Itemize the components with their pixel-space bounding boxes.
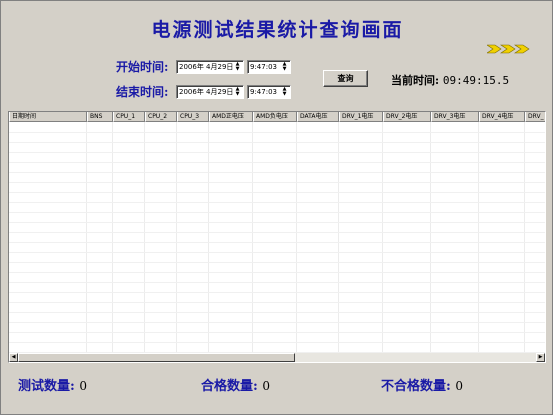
column-header[interactable]: DRV_1电压 — [339, 112, 383, 122]
row-divider — [9, 342, 545, 343]
spin-down-icon[interactable]: ▼ — [280, 92, 289, 97]
end-date-picker[interactable]: 2006年 4月29日 ▲ ▼ — [176, 85, 244, 99]
end-date-value: 2006年 4月29日 — [179, 88, 234, 96]
column-header[interactable]: 日期时间 — [9, 112, 87, 122]
column-header[interactable]: AMD正电压 — [209, 112, 253, 122]
fail-count: 不合格数量: 0 — [381, 375, 463, 394]
column-header[interactable]: CPU_3 — [177, 112, 209, 122]
row-divider — [9, 292, 545, 293]
end-time-label: 结束时间: — [116, 85, 169, 99]
current-time-value: 09:49:15.5 — [442, 74, 510, 87]
row-divider — [9, 242, 545, 243]
column-header[interactable]: DRV_3电压 — [431, 112, 479, 122]
row-divider — [9, 132, 545, 133]
end-time-value: 9:47:03 — [250, 88, 277, 96]
row-divider — [9, 182, 545, 183]
row-divider — [9, 252, 545, 253]
row-divider — [9, 222, 545, 223]
pass-count-value: 0 — [262, 379, 270, 393]
column-header[interactable]: AMD负电压 — [253, 112, 297, 122]
end-time-spin[interactable]: ▲ ▼ — [280, 87, 289, 97]
column-divider — [176, 122, 177, 354]
test-count-label: 测试数量: — [18, 379, 75, 394]
column-header[interactable]: DATA电压 — [297, 112, 339, 122]
table-header: 日期时间 BNS CPU_1 CPU_2 CPU_3 AMD正电压 AMD负电压 DATA电压… — [9, 112, 545, 122]
start-time-label: 开始时间: — [116, 60, 169, 74]
row-divider — [9, 152, 545, 153]
start-time-picker[interactable]: 9:47:03 ▲ ▼ — [247, 60, 291, 74]
row-divider — [9, 202, 545, 203]
row-divider — [9, 282, 545, 283]
column-divider — [112, 122, 113, 354]
row-divider — [9, 212, 545, 213]
main-window: 电源测试结果统计查询画面 开始时间: 2006年 4月29日 ▲ ▼ 9:47:0… — [0, 0, 553, 415]
arrows-icon — [487, 44, 530, 54]
row-divider — [9, 172, 545, 173]
row-divider — [9, 302, 545, 303]
column-header[interactable]: CPU_1 — [113, 112, 145, 122]
horizontal-scrollbar[interactable]: ◀ ▶ — [9, 353, 545, 362]
column-header[interactable]: BNS — [87, 112, 113, 122]
scrollbar-thumb[interactable] — [18, 353, 295, 362]
start-date-spin[interactable]: ▲ ▼ — [233, 62, 242, 72]
column-divider — [430, 122, 431, 354]
fail-count-value: 0 — [455, 379, 463, 393]
column-divider — [338, 122, 339, 354]
page-title: 电源测试结果统计查询画面 — [151, 19, 404, 41]
row-divider — [9, 162, 545, 163]
row-divider — [9, 332, 545, 333]
start-time-value: 9:47:03 — [250, 63, 277, 71]
fail-count-label: 不合格数量: — [381, 379, 451, 394]
query-button[interactable]: 查询 — [323, 70, 368, 87]
column-divider — [524, 122, 525, 354]
scroll-right-icon[interactable]: ▶ — [536, 353, 545, 362]
start-time-spin[interactable]: ▲ ▼ — [280, 62, 289, 72]
end-time-picker[interactable]: 9:47:03 ▲ ▼ — [247, 85, 291, 99]
results-table[interactable]: 日期时间 BNS CPU_1 CPU_2 CPU_3 AMD正电压 AMD负电压 DATA电压… — [8, 111, 546, 363]
current-time-label: 当前时间: — [391, 74, 440, 87]
row-divider — [9, 312, 545, 313]
column-header[interactable]: DRV_2电压 — [383, 112, 431, 122]
spin-down-icon[interactable]: ▼ — [233, 67, 242, 72]
column-divider — [478, 122, 479, 354]
scroll-left-icon[interactable]: ◀ — [9, 353, 18, 362]
test-count-value: 0 — [79, 379, 87, 393]
column-divider — [86, 122, 87, 354]
column-divider — [144, 122, 145, 354]
column-header[interactable]: CPU_2 — [145, 112, 177, 122]
current-time: 当前时间: 09:49:15.5 — [391, 72, 509, 88]
spin-down-icon[interactable]: ▼ — [280, 67, 289, 72]
row-divider — [9, 272, 545, 273]
column-divider — [252, 122, 253, 354]
row-divider — [9, 262, 545, 263]
column-header[interactable]: DRV_ — [525, 112, 545, 122]
start-date-value: 2006年 4月29日 — [179, 63, 234, 71]
column-divider — [208, 122, 209, 354]
spin-down-icon[interactable]: ▼ — [233, 92, 242, 97]
end-date-spin[interactable]: ▲ ▼ — [233, 87, 242, 97]
row-divider — [9, 322, 545, 323]
column-header[interactable]: DRV_4电压 — [479, 112, 525, 122]
row-divider — [9, 192, 545, 193]
test-count: 测试数量: 0 — [18, 375, 87, 394]
column-divider — [382, 122, 383, 354]
pass-count-label: 合格数量: — [201, 379, 258, 394]
column-divider — [296, 122, 297, 354]
pass-count: 合格数量: 0 — [201, 375, 270, 394]
start-date-picker[interactable]: 2006年 4月29日 ▲ ▼ — [176, 60, 244, 74]
row-divider — [9, 142, 545, 143]
row-divider — [9, 232, 545, 233]
